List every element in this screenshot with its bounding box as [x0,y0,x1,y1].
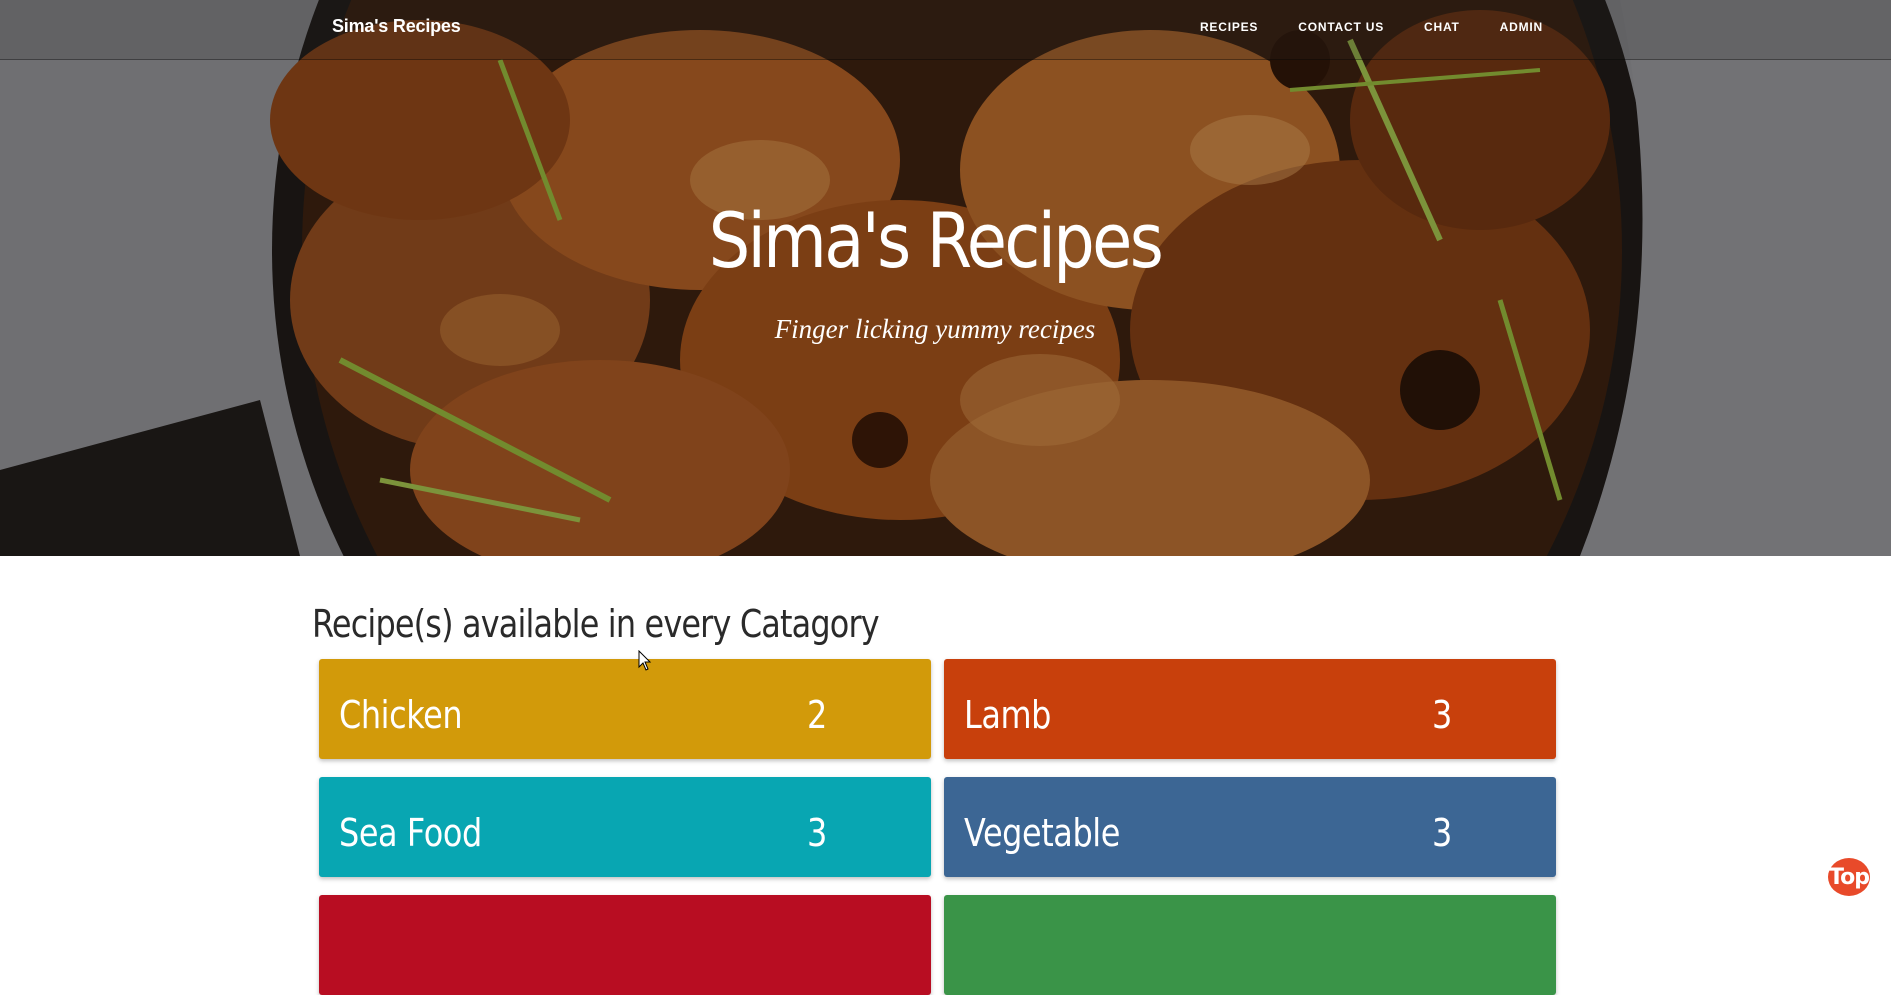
hero-section: Sima's Recipes RECIPES CONTACT US CHAT A… [0,0,1891,556]
category-card-lamb[interactable]: Lamb 3 [944,659,1556,759]
categories-heading: Recipe(s) available in every Catagory [312,602,880,646]
category-card-vegetable[interactable]: Vegetable 3 [944,777,1556,877]
category-count: 2 [807,693,828,737]
category-count: 3 [1432,811,1453,855]
nav-link-admin[interactable]: ADMIN [1500,20,1543,34]
category-count: 3 [1432,693,1453,737]
category-card-sea-food[interactable]: Sea Food 3 [319,777,931,877]
back-to-top-button[interactable]: Top [1828,858,1870,896]
mouse-cursor-icon [638,650,652,671]
nav-link-contact-us[interactable]: CONTACT US [1298,20,1384,34]
brand-link[interactable]: Sima's Recipes [332,16,461,37]
hero-subtitle: Finger licking yummy recipes [774,314,1096,344]
category-card-chicken[interactable]: Chicken 2 [319,659,931,759]
nav-links: RECIPES CONTACT US CHAT ADMIN [1200,20,1543,34]
category-name: Lamb [964,693,1052,737]
hero-title: Sima's Recipes [708,196,1164,285]
category-name: Vegetable [964,811,1120,855]
nav-link-chat[interactable]: CHAT [1424,20,1460,34]
category-name: Sea Food [339,811,482,855]
category-count: 3 [807,811,828,855]
navbar: Sima's Recipes RECIPES CONTACT US CHAT A… [0,0,1891,60]
category-card-5[interactable] [319,895,931,995]
category-card-6[interactable] [944,895,1556,995]
nav-link-recipes[interactable]: RECIPES [1200,20,1258,34]
category-name: Chicken [339,693,463,737]
